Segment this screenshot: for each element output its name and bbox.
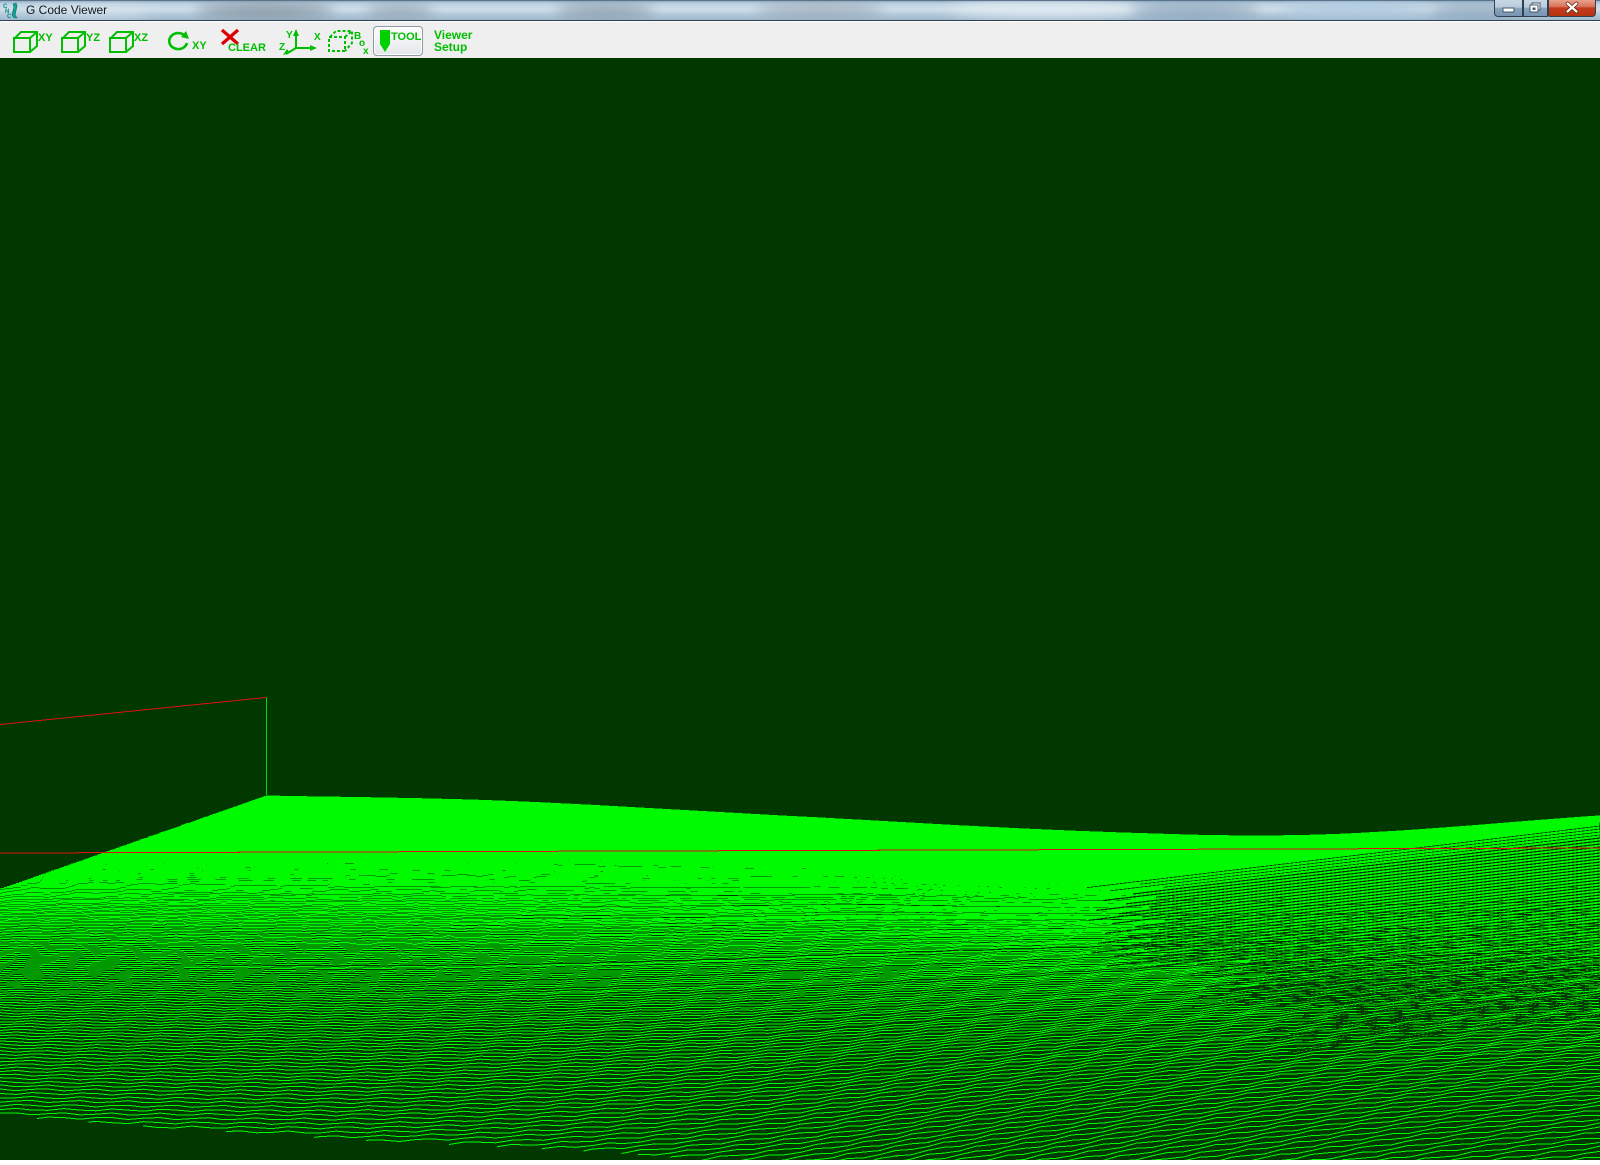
svg-text:C: C (7, 14, 12, 19)
svg-text:Y: Y (286, 30, 293, 41)
svg-text:Z: Z (279, 42, 285, 53)
svg-text:x: x (363, 46, 369, 55)
svg-text:X: X (314, 32, 321, 43)
